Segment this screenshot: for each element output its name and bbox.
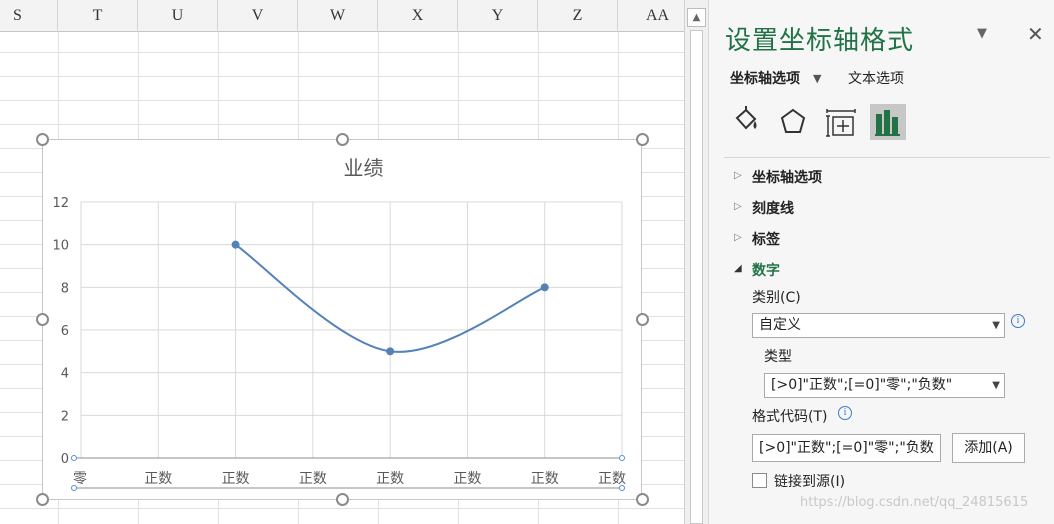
chart-resize-handle-top-left[interactable]: [36, 133, 49, 146]
x-tick-label: 零: [73, 471, 87, 487]
x-axis-selection-handle: [71, 455, 77, 461]
grid-row-line: [0, 52, 684, 53]
expand-arrow-icon[interactable]: ▷: [734, 201, 742, 212]
format-code-input[interactable]: [>0]"正数";[=0]"零";"负数: [752, 434, 941, 462]
x-tick-label: 正数: [453, 471, 481, 487]
column-header-u[interactable]: U: [138, 0, 218, 32]
chart-canvas: 业绩 0 2 4 6 8 10 12 零 正数 正数 正数 正数 正数 正数 正数: [52, 156, 626, 491]
column-header-z[interactable]: Z: [538, 0, 618, 32]
watermark: https://blog.csdn.net/qq_24815615: [800, 495, 1029, 510]
column-header-aa[interactable]: AA: [618, 0, 684, 32]
size-properties-icon[interactable]: [823, 104, 859, 140]
chart-resize-handle-right[interactable]: [636, 313, 649, 326]
chart-resize-handle-left[interactable]: [36, 313, 49, 326]
chart-resize-handle-top[interactable]: [336, 133, 349, 146]
section-axis-options[interactable]: 坐标轴选项: [752, 167, 822, 187]
x-tick-label: 正数: [144, 471, 172, 487]
grid-row-line: [0, 508, 684, 509]
scrollbar-track[interactable]: [690, 30, 703, 524]
column-headers: S T U V W X Y Z AA: [0, 0, 684, 32]
type-value: [>0]"正数";[=0]"零";"负数": [771, 377, 953, 393]
x-tick-label: 正数: [598, 471, 626, 487]
scroll-up-arrow-icon[interactable]: ▲: [687, 8, 706, 27]
link-to-source-label[interactable]: 链接到源(I): [774, 471, 845, 491]
y-tick-label: 2: [61, 409, 69, 424]
data-point: [386, 347, 395, 356]
format-axis-pane: 设置坐标轴格式 ▼ ✕ 坐标轴选项 ▼ 文本选项 ▷ 坐标轴选项 ▷ 刻度线 ▷…: [708, 0, 1054, 524]
column-header-s[interactable]: S: [0, 0, 58, 32]
grid-row-line: [0, 76, 684, 77]
chart-resize-handle-bottom[interactable]: [336, 493, 349, 506]
chart-resize-handle-bottom-right[interactable]: [636, 493, 649, 506]
chart-resize-handle-top-right[interactable]: [636, 133, 649, 146]
chevron-down-icon[interactable]: ▼: [992, 374, 1000, 397]
pane-title: 设置坐标轴格式: [725, 26, 915, 56]
type-label: 类型: [764, 349, 792, 365]
collapse-arrow-icon[interactable]: ◢: [734, 263, 742, 274]
x-axis-selection-handle: [619, 455, 625, 461]
y-tick-label: 4: [61, 367, 69, 382]
info-icon[interactable]: i: [1011, 314, 1025, 328]
line-chart[interactable]: 业绩 0 2 4 6 8 10 12 零 正数 正数 正数 正数 正数 正数 正数: [42, 139, 642, 500]
column-header-v[interactable]: V: [218, 0, 298, 32]
expand-arrow-icon[interactable]: ▷: [734, 232, 742, 243]
pane-options-dropdown-icon[interactable]: ▼: [977, 26, 987, 41]
grid-row-line: [0, 100, 684, 101]
y-tick-label: 12: [52, 196, 69, 211]
section-number[interactable]: 数字: [752, 260, 780, 280]
category-select[interactable]: 自定义 ▼: [752, 313, 1005, 338]
effects-pentagon-icon[interactable]: [775, 104, 811, 140]
type-select[interactable]: [>0]"正数";[=0]"零";"负数" ▼: [764, 373, 1005, 398]
close-icon[interactable]: ✕: [1027, 22, 1044, 46]
expand-arrow-icon[interactable]: ▷: [734, 170, 742, 181]
tab-axis-options[interactable]: 坐标轴选项: [730, 68, 800, 88]
add-button[interactable]: 添加(A): [952, 433, 1025, 463]
column-header-y[interactable]: Y: [458, 0, 538, 32]
y-tick-label: 6: [61, 324, 69, 339]
category-label: 类别(C): [752, 290, 801, 306]
vertical-scrollbar[interactable]: ▲: [684, 0, 708, 524]
chart-resize-handle-bottom-left[interactable]: [36, 493, 49, 506]
y-tick-label: 10: [52, 239, 69, 254]
link-to-source-checkbox[interactable]: [752, 473, 767, 488]
grid-row-line: [0, 124, 684, 125]
chevron-down-icon[interactable]: ▼: [992, 314, 1000, 337]
data-point: [231, 240, 240, 249]
y-tick-label: 8: [61, 281, 69, 296]
x-tick-label: 正数: [531, 471, 559, 487]
section-labels[interactable]: 标签: [752, 229, 780, 249]
tab-text-options[interactable]: 文本选项: [848, 68, 904, 88]
pane-divider: [724, 157, 1050, 158]
category-value: 自定义: [759, 317, 801, 333]
x-tick-label: 正数: [376, 471, 404, 487]
format-code-value: [>0]"正数";[=0]"零";"负数: [759, 440, 934, 456]
x-tick-label: 正数: [299, 471, 327, 487]
x-tick-label: 正数: [222, 471, 250, 487]
column-header-x[interactable]: X: [378, 0, 458, 32]
data-point: [540, 283, 549, 292]
column-header-w[interactable]: W: [298, 0, 378, 32]
fill-line-icon[interactable]: [728, 104, 764, 140]
section-tick-marks[interactable]: 刻度线: [752, 198, 794, 218]
y-tick-label: 0: [61, 452, 69, 467]
chevron-down-icon[interactable]: ▼: [813, 72, 821, 85]
axis-options-bar-chart-icon[interactable]: [870, 104, 906, 140]
worksheet[interactable]: S T U V W X Y Z AA 业绩 0 2 4 6 8 10 12 零 正数 正数 正数 正数 正…: [0, 0, 684, 524]
format-code-label: 格式代码(T): [752, 409, 828, 425]
column-header-t[interactable]: T: [58, 0, 138, 32]
info-icon[interactable]: i: [838, 406, 852, 420]
chart-title: 业绩: [344, 156, 384, 180]
